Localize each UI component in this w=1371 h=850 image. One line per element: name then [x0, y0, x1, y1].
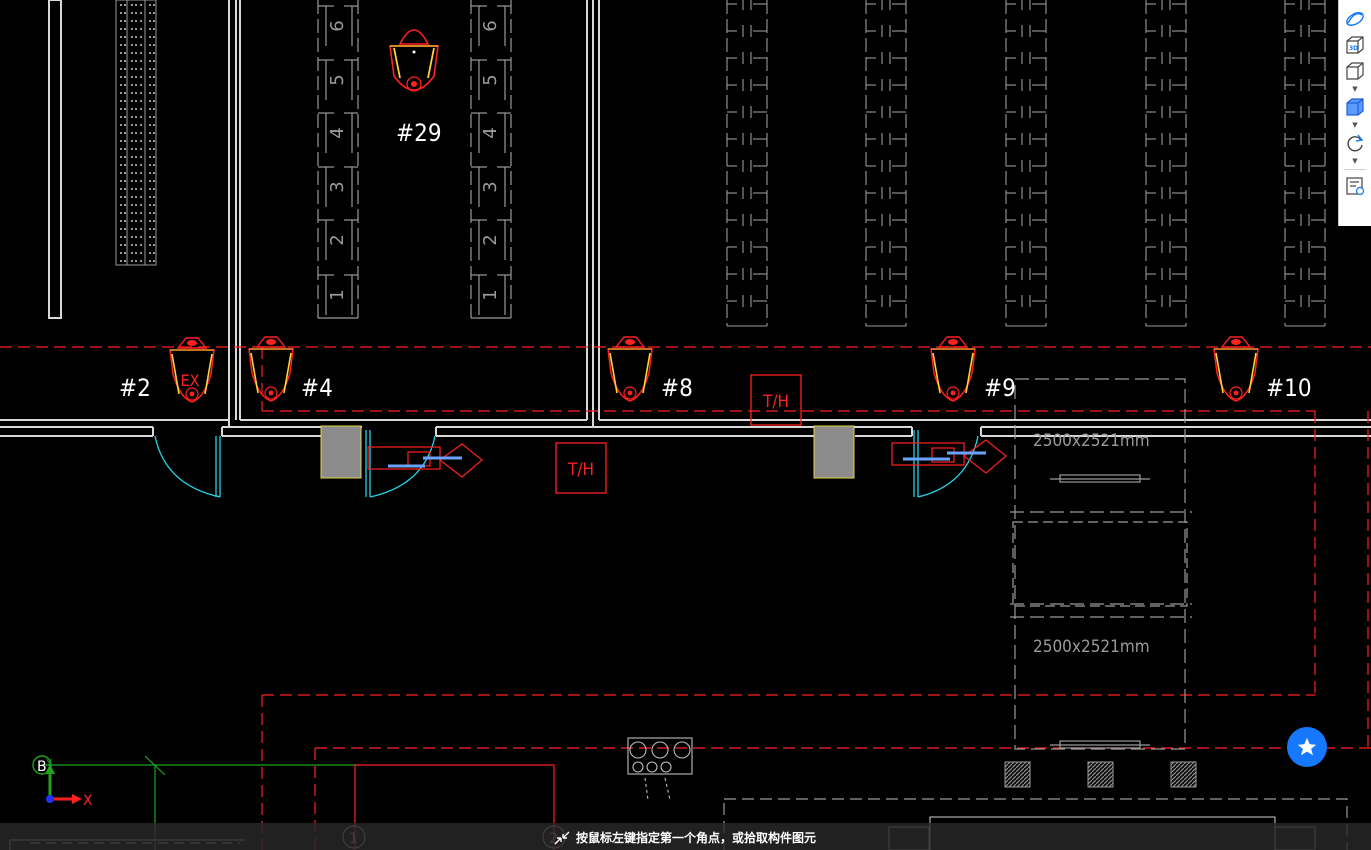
layer-list-icon — [1346, 177, 1365, 196]
rack-number-1-0: 1 — [480, 289, 501, 300]
rack-number-0-5: 6 — [327, 20, 348, 31]
rack-number-0-1: 2 — [327, 234, 348, 245]
rack-number-1-1: 2 — [480, 234, 501, 245]
right-racks — [726, 0, 1326, 327]
access-device-right — [891, 439, 1007, 474]
th-tag-2: T/H — [555, 442, 607, 494]
solid-cube-button[interactable] — [1342, 94, 1368, 120]
dimension-label-2: 2500x2521mm — [1033, 637, 1150, 657]
column-left — [320, 425, 362, 479]
rack-number-1-3: 4 — [480, 127, 501, 138]
th-label-2: T/H — [567, 460, 594, 480]
camera-label-29: #29 — [396, 119, 442, 147]
solid-cube-icon — [1346, 98, 1364, 116]
3d-view-icon: 3D — [1346, 36, 1364, 54]
column-right — [813, 425, 855, 479]
dimension-label-1: 2500x2521mm — [1033, 431, 1150, 451]
exit-label: EX — [181, 371, 200, 390]
favorite-button[interactable] — [1287, 727, 1327, 767]
camera-label-4: #4 — [301, 374, 333, 402]
view-toolbar: 3D ▼ ▼ ▼ — [1338, 0, 1371, 226]
star-icon — [1297, 737, 1317, 756]
rack-number-0-2: 3 — [327, 181, 348, 192]
orbit-button[interactable] — [1342, 6, 1368, 32]
status-prompt: 按鼠标左键指定第一个角点，或拾取构件图元 — [553, 829, 816, 846]
rack-number-1-4: 5 — [480, 74, 501, 85]
rack-number-1-5: 6 — [480, 20, 501, 31]
cad-canvas[interactable]: 123456123456 T/H T/H EX #2 #4 #8 #9 #10 … — [0, 0, 1371, 850]
ucs-x-label: X — [83, 793, 93, 809]
view-cube-button[interactable] — [1342, 58, 1368, 84]
rack-number-1-2: 3 — [480, 181, 501, 192]
door-swings — [154, 430, 979, 498]
rack-number-0-4: 5 — [327, 74, 348, 85]
walls — [0, 0, 1371, 437]
rack-number-0-3: 4 — [327, 127, 348, 138]
ucs-icon: B Y X — [32, 755, 93, 809]
ucs-y-label: Y — [45, 758, 53, 769]
select-cursor-icon — [554, 831, 570, 844]
view-cube-dropdown-icon[interactable]: ▼ — [1352, 84, 1357, 94]
camera-label-10: #10 — [1266, 374, 1312, 402]
rotate-dropdown-icon[interactable]: ▼ — [1352, 156, 1357, 166]
camera-label-2: #2 — [119, 374, 151, 402]
access-device-left — [367, 443, 483, 478]
toolbar-separator — [1344, 169, 1366, 170]
equipment-symbol — [627, 737, 693, 801]
mid-racks: 1 2 3 4 5 6 1 2 3 4 5 6 — [317, 0, 512, 319]
rotate-button[interactable] — [1342, 130, 1368, 156]
hatched-blocks — [1004, 761, 1197, 788]
status-prompt-text: 按鼠标左键指定第一个角点，或拾取构件图元 — [576, 831, 817, 845]
3d-view-button[interactable]: 3D — [1342, 32, 1368, 58]
camera-label-9: #9 — [984, 374, 1016, 402]
rack-number-0-0: 1 — [327, 289, 348, 300]
layer-list-button[interactable] — [1342, 173, 1368, 199]
view-cube-icon — [1346, 62, 1364, 80]
dim-ticks — [1050, 474, 1150, 749]
camera-29-icon[interactable] — [389, 29, 439, 92]
solid-cube-dropdown-icon[interactable]: ▼ — [1352, 120, 1357, 130]
th-tag-1: T/H — [750, 374, 802, 426]
svg-text:3D: 3D — [1349, 45, 1358, 52]
th-label-1: T/H — [762, 392, 789, 412]
rotate-icon — [1347, 134, 1364, 152]
camera-label-8: #8 — [661, 374, 693, 402]
orbit-icon — [1346, 12, 1364, 26]
